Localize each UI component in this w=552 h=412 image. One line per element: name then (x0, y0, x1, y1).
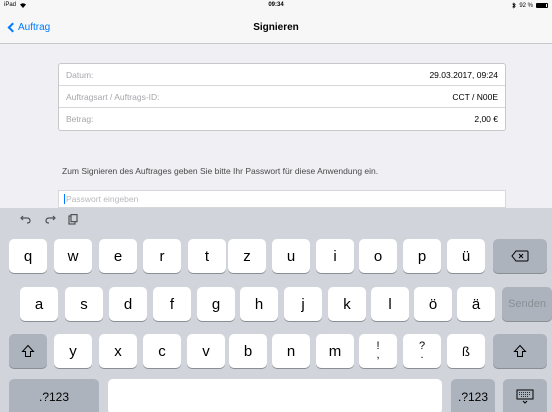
key-ue[interactable]: ü (447, 239, 485, 273)
paste-icon[interactable] (68, 214, 78, 225)
key-double-label: ? . (419, 341, 425, 361)
status-time: 09:34 (268, 2, 284, 8)
key-l[interactable]: l (371, 287, 409, 321)
key-t[interactable]: t (188, 239, 226, 273)
detail-label: Datum: (66, 69, 94, 80)
key-bottom-char: . (420, 349, 424, 361)
space-bar[interactable] (108, 379, 442, 412)
key-bottom-char: , (376, 349, 380, 361)
shift-key-right[interactable] (493, 334, 547, 368)
key-h[interactable]: h (240, 287, 278, 321)
detail-value: CCT / N00E (452, 91, 498, 102)
detail-row-order-id: Auftragsart / Auftrags-ID: CCT / N00E (59, 86, 505, 108)
key-r[interactable]: r (143, 239, 181, 273)
key-y[interactable]: y (54, 334, 92, 368)
numbers-key-right[interactable]: .?123 (451, 379, 495, 412)
detail-row-amount: Betrag: 2,00 € (59, 108, 505, 130)
numbers-key-left[interactable]: .?123 (9, 379, 99, 412)
on-screen-keyboard: q w e r t z u i o p ü a s d f g h j k l … (0, 208, 552, 412)
key-w[interactable]: w (54, 239, 92, 273)
dismiss-keyboard-key[interactable] (503, 379, 547, 412)
key-d[interactable]: d (109, 287, 147, 321)
key-question-period[interactable]: ? . (403, 334, 441, 368)
backspace-icon (511, 250, 529, 262)
key-e[interactable]: e (99, 239, 137, 273)
shift-icon (21, 344, 35, 357)
key-g[interactable]: g (197, 287, 235, 321)
undo-icon[interactable] (20, 214, 32, 224)
key-a[interactable]: a (20, 287, 58, 321)
password-field[interactable]: Passwort eingeben (58, 190, 506, 208)
key-i[interactable]: i (316, 239, 354, 273)
key-x[interactable]: x (99, 334, 137, 368)
instruction-text: Zum Signieren des Auftrages geben Sie bi… (62, 166, 379, 176)
key-exclamation-comma[interactable]: ! , (359, 334, 397, 368)
order-details-card: Datum: 29.03.2017, 09:24 Auftragsart / A… (58, 63, 506, 131)
password-placeholder: Passwort eingeben (66, 194, 139, 204)
keyboard-hide-icon (516, 389, 534, 404)
key-j[interactable]: j (284, 287, 322, 321)
key-eszett[interactable]: ß (447, 334, 485, 368)
status-right: 92 % (512, 2, 548, 9)
key-double-label: ! , (376, 341, 380, 361)
detail-value: 2,00 € (474, 114, 498, 124)
detail-label: Auftragsart / Auftrags-ID: (66, 91, 160, 102)
battery-icon (536, 3, 548, 8)
key-m[interactable]: m (316, 334, 354, 368)
detail-row-date: Datum: 29.03.2017, 09:24 (59, 64, 505, 86)
key-v[interactable]: v (187, 334, 225, 368)
backspace-key[interactable] (493, 239, 547, 273)
shift-icon (513, 344, 527, 357)
key-q[interactable]: q (9, 239, 47, 273)
text-cursor (64, 194, 65, 204)
detail-value: 29.03.2017, 09:24 (429, 69, 498, 80)
detail-label: Betrag: (66, 114, 94, 124)
key-f[interactable]: f (153, 287, 191, 321)
bluetooth-icon (512, 2, 517, 9)
key-c[interactable]: c (143, 334, 181, 368)
battery-percent: 92 % (519, 2, 533, 9)
key-k[interactable]: k (328, 287, 366, 321)
navigation-bar: Auftrag Signieren (0, 11, 552, 44)
page-title: Signieren (253, 22, 299, 33)
key-b[interactable]: b (229, 334, 267, 368)
key-u[interactable]: u (272, 239, 310, 273)
send-key[interactable]: Senden (502, 287, 552, 321)
shift-key-left[interactable] (9, 334, 47, 368)
key-oe[interactable]: ö (414, 287, 452, 321)
key-ae[interactable]: ä (457, 287, 495, 321)
key-p[interactable]: p (403, 239, 441, 273)
key-n[interactable]: n (272, 334, 310, 368)
status-bar: iPad 09:34 92 % (0, 0, 552, 11)
key-o[interactable]: o (359, 239, 397, 273)
key-s[interactable]: s (65, 287, 103, 321)
redo-icon[interactable] (44, 214, 56, 224)
key-z[interactable]: z (228, 239, 266, 273)
